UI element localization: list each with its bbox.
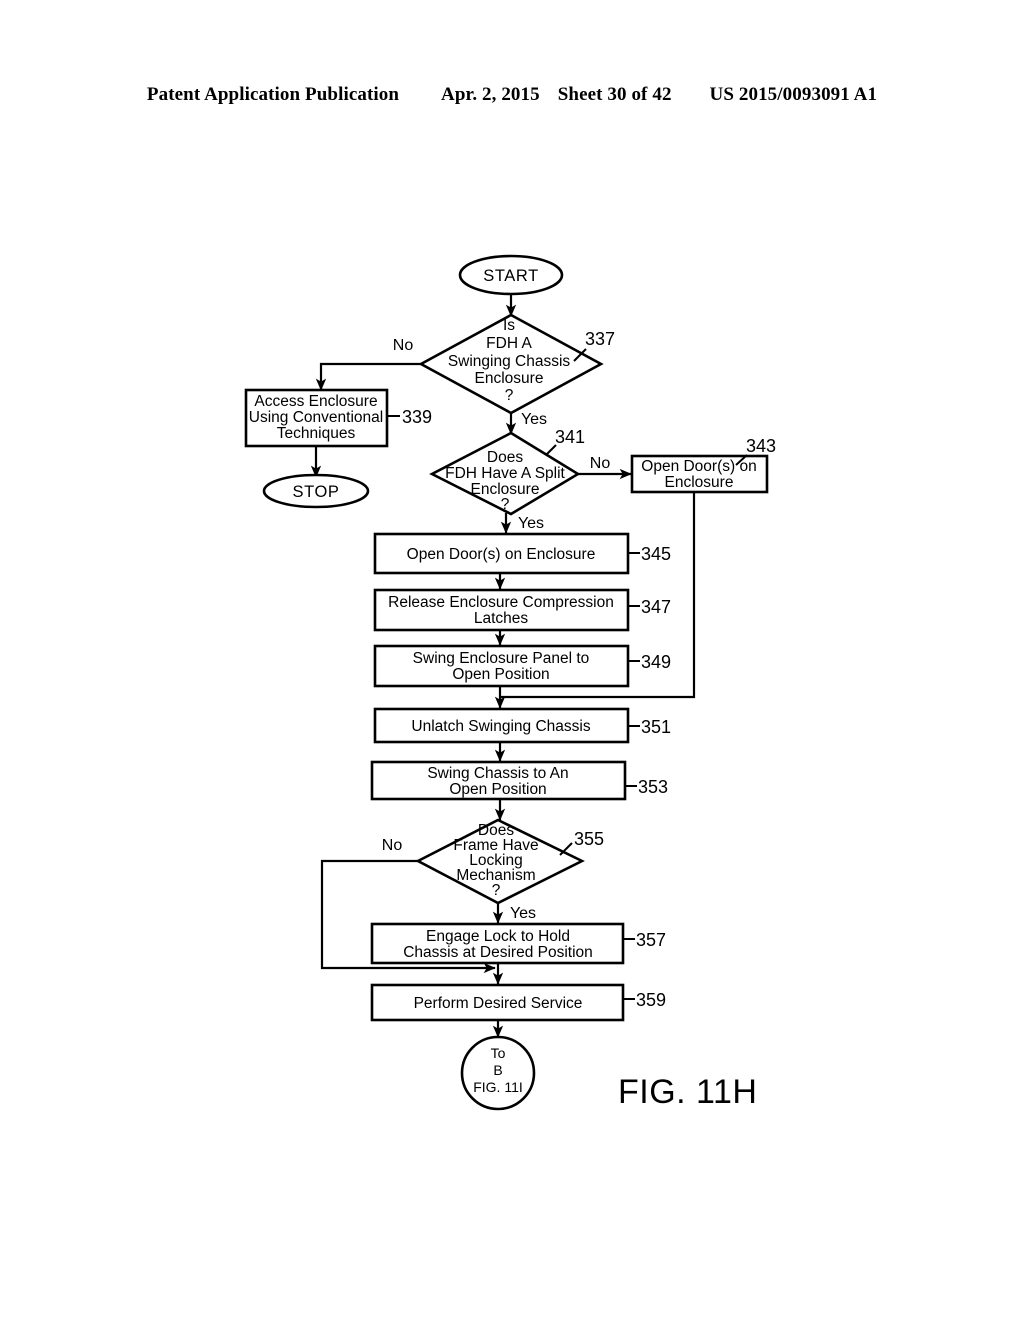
ref-number-343: 343 [746, 436, 776, 456]
node-353-line-1: Swing Chassis to An [427, 765, 568, 782]
node-process-339[interactable]: Access Enclosure Using Conventional Tech… [244, 388, 389, 448]
node-process-349[interactable]: Swing Enclosure Panel to Open Position [373, 644, 630, 688]
node-process-353[interactable]: Swing Chassis to An Open Position [370, 760, 627, 801]
node-decision-337[interactable]: Is FDH A Swinging Chassis Enclosure ? [418, 313, 604, 415]
ref-number-355: 355 [574, 829, 604, 849]
connector-b-line-2: B [493, 1062, 502, 1078]
node-start[interactable]: START [458, 254, 564, 296]
node-339-line-3: Techniques [277, 425, 356, 442]
ref-number-351: 351 [641, 717, 671, 737]
node-339-line-2: Using Conventional [249, 409, 383, 426]
edge-337-no-to-339 [315, 362, 434, 391]
branch-label-355-no: No [382, 837, 403, 854]
branch-label-355-yes: Yes [510, 905, 536, 922]
ref-number-357: 357 [636, 930, 666, 950]
node-process-357[interactable]: Engage Lock to Hold Chassis at Desired P… [370, 922, 625, 965]
node-339-line-1: Access Enclosure [254, 393, 377, 410]
node-connector-b[interactable]: To B FIG. 11I [460, 1035, 536, 1111]
node-351-line-1: Unlatch Swinging Chassis [411, 718, 590, 735]
node-357-line-2: Chassis at Desired Position [403, 944, 593, 961]
node-337-line-3: Swinging Chassis [448, 353, 571, 370]
ref-number-349: 349 [641, 652, 671, 672]
connector-b-line-3: FIG. 11I [473, 1079, 523, 1095]
node-341-line-4: ? [501, 496, 510, 513]
node-start-label: START [483, 267, 539, 285]
node-345-line-1: Open Door(s) on Enclosure [407, 546, 596, 563]
ref-number-339: 339 [402, 407, 432, 427]
node-decision-355[interactable]: Does Frame Have Locking Mechanism ? [415, 818, 585, 905]
node-process-345[interactable]: Open Door(s) on Enclosure [373, 532, 630, 575]
node-337-line-2: FDH A [486, 335, 532, 352]
node-347-line-1: Release Enclosure Compression [388, 594, 614, 611]
ref-number-353: 353 [638, 777, 668, 797]
branch-label-341-no: No [590, 455, 611, 472]
figure-11h: START Is FDH A Swinging Chassis Enclosur… [0, 0, 1024, 1320]
node-343-line-2: Enclosure [665, 474, 734, 491]
node-stop-label: STOP [292, 483, 339, 501]
node-349-line-2: Open Position [452, 666, 549, 683]
ref-number-347: 347 [641, 597, 671, 617]
ref-number-345: 345 [641, 544, 671, 564]
node-process-359[interactable]: Perform Desired Service [370, 983, 625, 1022]
node-341-line-2: FDH Have A Split [445, 465, 565, 482]
connector-b-line-1: To [491, 1045, 506, 1061]
branch-label-337-yes: Yes [521, 411, 547, 428]
branch-label-337-no: No [393, 337, 414, 354]
node-stop[interactable]: STOP [262, 473, 370, 509]
node-341-line-1: Does [487, 449, 523, 466]
node-349-line-1: Swing Enclosure Panel to [413, 650, 590, 667]
node-process-343[interactable]: Open Door(s) on Enclosure [630, 454, 769, 494]
node-357-line-1: Engage Lock to Hold [426, 928, 570, 945]
flowchart-svg: START Is FDH A Swinging Chassis Enclosur… [244, 254, 776, 1111]
ref-number-359: 359 [636, 990, 666, 1010]
ref-number-337: 337 [585, 329, 615, 349]
node-359-line-1: Perform Desired Service [414, 995, 583, 1012]
ref-number-341: 341 [555, 427, 585, 447]
node-337-line-5: ? [505, 387, 514, 404]
node-process-351[interactable]: Unlatch Swinging Chassis [373, 707, 630, 744]
node-353-line-2: Open Position [449, 781, 546, 798]
node-process-347[interactable]: Release Enclosure Compression Latches [373, 588, 630, 632]
node-347-line-2: Latches [474, 610, 529, 627]
branch-label-341-yes: Yes [518, 515, 544, 532]
figure-label: FIG. 11H [618, 1073, 757, 1111]
patent-page: Patent Application Publication Apr. 2, 2… [0, 0, 1024, 1320]
node-337-line-4: Enclosure [475, 370, 544, 387]
node-337-line-1: Is [503, 317, 515, 334]
node-355-line-5: ? [492, 882, 501, 899]
